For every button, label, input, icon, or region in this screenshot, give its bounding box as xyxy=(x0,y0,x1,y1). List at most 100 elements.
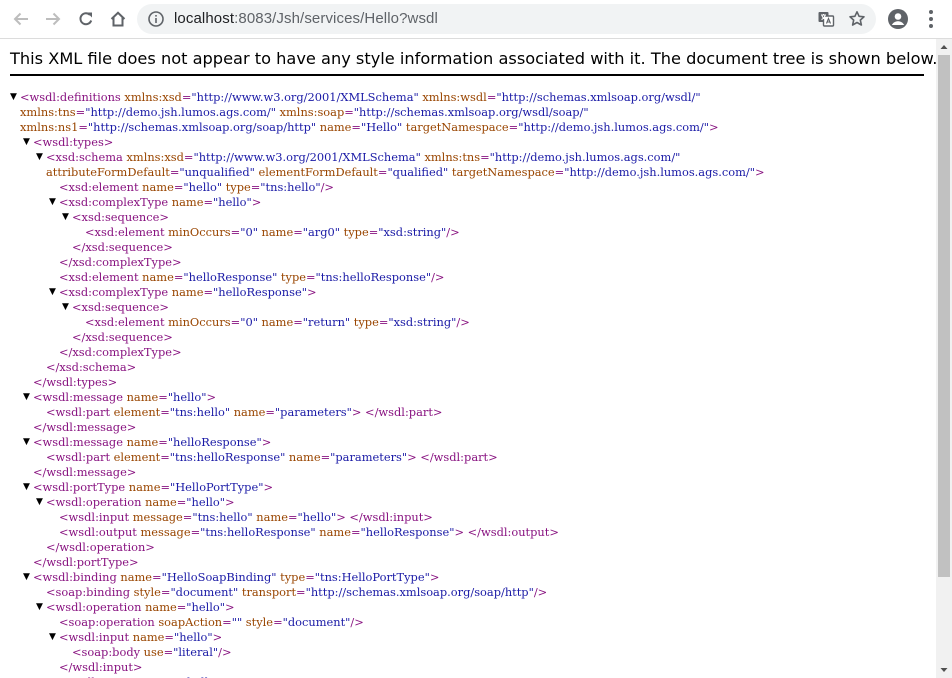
xml-attr-name: name xyxy=(315,525,351,539)
collapse-toggle-icon[interactable]: ▼ xyxy=(23,570,30,585)
collapse-toggle-icon[interactable]: ▼ xyxy=(49,630,56,645)
xml-tag-text: = xyxy=(230,315,241,329)
xml-tag-text: = xyxy=(75,105,86,119)
xml-tag-text: = xyxy=(152,570,162,584)
xml-line: ▼ <wsdl:portType name="HelloPortType"> xyxy=(0,480,936,495)
forward-button[interactable] xyxy=(41,7,65,31)
xml-attr-value: "return" xyxy=(302,315,351,329)
xml-attr-name: xmlns:tns xyxy=(420,150,481,164)
xml-tag-text: </xsd:sequence> xyxy=(72,240,173,254)
xml-line-content: <wsdl:binding name="HelloSoapBinding" ty… xyxy=(33,570,439,585)
xml-line: ▼ <xsd:sequence> xyxy=(0,210,936,225)
xml-tag-text: > xyxy=(206,390,217,404)
xml-attr-value: "tns:hello" xyxy=(260,180,321,194)
home-button[interactable] xyxy=(106,7,130,31)
url-host: localhost xyxy=(174,10,235,27)
xml-line: </wsdl:operation> xyxy=(0,540,936,555)
xml-attr-value: "0" xyxy=(240,315,258,329)
collapse-toggle-icon[interactable]: ▼ xyxy=(23,480,30,495)
reload-button[interactable] xyxy=(74,7,98,31)
xml-tag-text: = xyxy=(305,570,315,584)
xml-attr-value: "http://www.w3.org/2001/XMLSchema" xyxy=(191,90,419,104)
xml-line: ▼ <xsd:complexType name="helloResponse"> xyxy=(0,285,936,300)
xml-tag-text: </wsdl:types> xyxy=(33,375,118,389)
xml-attr-name: name xyxy=(168,195,204,209)
xml-tag-text: <soap:operation xyxy=(59,615,155,629)
url-text[interactable]: localhost:8083/Jsh/services/Hello?wsdl xyxy=(174,4,438,34)
xml-tag-text: <wsdl:message xyxy=(33,435,123,449)
xml-line: </xsd:schema> xyxy=(0,360,936,375)
xml-line: attributeFormDefault="unqualified" eleme… xyxy=(0,165,936,180)
xml-tag-text: > xyxy=(212,630,223,644)
xml-attr-value: "hello" xyxy=(167,390,207,404)
xml-attr-value: "literal" xyxy=(173,645,219,659)
profile-avatar-icon[interactable] xyxy=(887,8,909,30)
xml-attr-name: name xyxy=(116,570,153,584)
scroll-up-arrow-icon[interactable] xyxy=(936,39,952,55)
xml-line: ▼ <xsd:complexType name="hello"> xyxy=(0,195,936,210)
more-menu-icon[interactable] xyxy=(923,8,939,30)
scrollbar-thumb[interactable] xyxy=(938,55,950,577)
collapse-toggle-icon[interactable]: ▼ xyxy=(10,90,17,105)
collapse-toggle-icon[interactable]: ▼ xyxy=(49,285,56,300)
xml-tag-text: /> xyxy=(446,225,460,239)
xml-tag-text: = xyxy=(203,285,213,299)
xml-tag-text: = xyxy=(378,315,389,329)
xml-tag-text: > </wsdl:part> xyxy=(407,450,498,464)
xml-tag-text: = xyxy=(181,90,192,104)
xml-attr-value: "hello" xyxy=(213,195,252,209)
xml-tag-text: <wsdl:portType xyxy=(33,480,126,494)
xml-tag-text: = xyxy=(320,450,331,464)
collapse-toggle-icon[interactable]: ▼ xyxy=(23,435,30,450)
collapse-toggle-icon[interactable]: ▼ xyxy=(49,195,56,210)
translate-icon[interactable] xyxy=(817,10,835,28)
xml-attr-value: "tns:hello" xyxy=(192,510,253,524)
collapse-toggle-icon[interactable]: ▼ xyxy=(62,210,69,225)
xml-tag-text: = xyxy=(160,480,170,494)
home-icon xyxy=(110,11,126,27)
xml-attr-value: "http://demo.jsh.lumos.ags.com/" xyxy=(518,120,709,134)
xml-line: ▼ <wsdl:input name="hello"> xyxy=(0,630,936,645)
xml-tag-text: = xyxy=(273,615,283,629)
xml-tag-text: </wsdl:operation> xyxy=(46,540,155,554)
xml-attr-value: "http://demo.jsh.lumos.ags.com/" xyxy=(564,165,755,179)
xml-line: ▼ <wsdl:types> xyxy=(0,135,936,150)
xml-attr-value: "xsd:string" xyxy=(378,225,447,239)
collapse-toggle-icon[interactable]: ▼ xyxy=(23,390,30,405)
address-bar[interactable]: localhost:8083/Jsh/services/Hello?wsdl xyxy=(137,4,876,34)
collapse-toggle-icon[interactable]: ▼ xyxy=(36,495,43,510)
xml-tag-text: = xyxy=(173,270,184,284)
xml-attr-name: elementFormDefault xyxy=(254,165,378,179)
xml-tag-text: /> xyxy=(431,270,445,284)
xml-line: ▼ <wsdl:definitions xmlns:xsd="http://www… xyxy=(0,90,936,105)
bookmark-star-icon[interactable] xyxy=(848,10,866,28)
xml-line-content: </wsdl:message> xyxy=(33,420,136,435)
vertical-scrollbar[interactable] xyxy=(936,39,952,678)
xml-attr-name: attributeFormDefault xyxy=(46,165,170,179)
xml-tag-text: <wsdl:definitions xyxy=(20,90,121,104)
xml-tag-text: = xyxy=(344,105,354,119)
back-button[interactable] xyxy=(9,7,33,31)
xml-tag-text: = xyxy=(230,225,241,239)
xml-line: <xsd:element name="helloResponse" type="… xyxy=(0,270,936,285)
scroll-down-arrow-icon[interactable] xyxy=(936,662,952,678)
xml-attr-name: name xyxy=(129,630,165,644)
collapse-toggle-icon[interactable]: ▼ xyxy=(62,300,69,315)
collapse-toggle-icon[interactable]: ▼ xyxy=(36,600,43,615)
xml-attr-name: name xyxy=(168,285,204,299)
xml-line: <wsdl:part element="tns:helloResponse" n… xyxy=(0,450,936,465)
xml-tag-text: = xyxy=(480,150,490,164)
xml-line: ▼ <xsd:schema xmlns:xsd = "http://www.w3.or… xyxy=(0,150,936,165)
info-icon[interactable] xyxy=(148,11,164,27)
xml-tag-text: <xsd:sequence> xyxy=(72,300,169,314)
xml-attr-name: name xyxy=(138,180,174,194)
xml-tag-text: = xyxy=(78,120,88,134)
collapse-toggle-icon[interactable]: ▼ xyxy=(23,135,30,150)
collapse-toggle-icon[interactable]: ▼ xyxy=(36,150,43,165)
xml-info-message: This XML file does not appear to have an… xyxy=(10,48,936,76)
xml-line-content: </xsd:sequence> xyxy=(72,240,173,255)
xml-tag-text: = xyxy=(176,600,187,614)
xml-attr-name: xmlns:tns xyxy=(20,105,76,119)
xml-attr-name: element xyxy=(110,450,161,464)
xml-attr-value: "http://demo.jsh.lumos.ags.com/" xyxy=(85,105,276,119)
